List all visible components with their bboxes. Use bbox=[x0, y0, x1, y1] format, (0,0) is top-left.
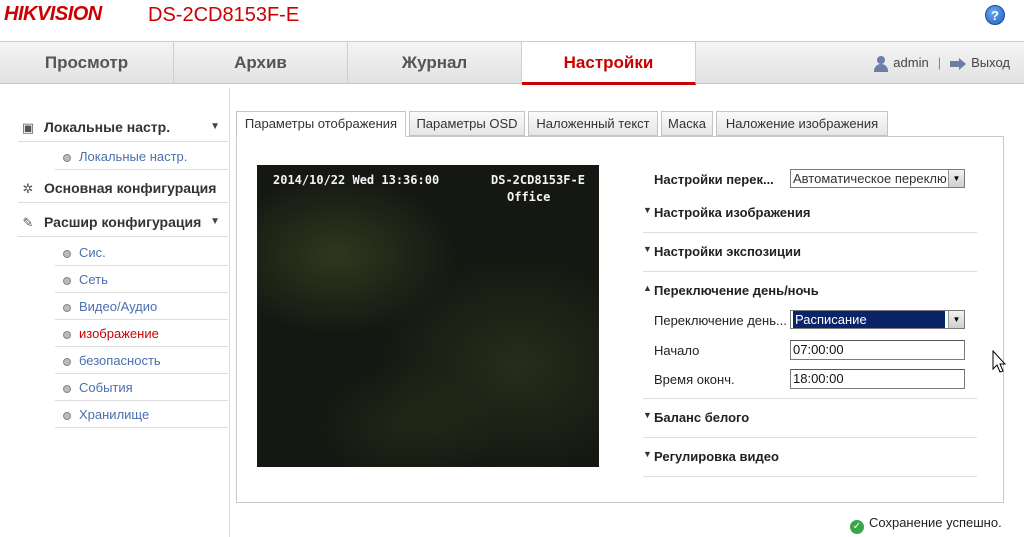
sidebar-item-events[interactable]: События bbox=[55, 374, 228, 401]
sidebar-group-label: Расшир конфигурация bbox=[44, 214, 202, 230]
sidebar-item-storage[interactable]: Хранилище bbox=[55, 401, 228, 428]
device-model: DS-2CD8153F-E bbox=[148, 4, 300, 26]
section-exposure[interactable]: ▼ Настройки экспозиции bbox=[643, 233, 977, 272]
switch-setting-select[interactable]: Автоматическое переклю ▼ bbox=[790, 169, 965, 188]
chevron-down-icon: ▼ bbox=[643, 449, 652, 459]
bullet-icon bbox=[63, 384, 71, 393]
check-circle-icon: ✓ bbox=[850, 520, 864, 534]
sidebar-group-basic[interactable]: ✲ Основная конфигурация bbox=[18, 173, 228, 203]
section-white-balance[interactable]: ▼ Баланс белого bbox=[643, 399, 977, 438]
tab-archive[interactable]: Архив bbox=[174, 42, 348, 84]
section-title: Настройка изображения bbox=[654, 205, 811, 220]
bullet-icon bbox=[63, 153, 71, 162]
wrench-icon: ✎ bbox=[22, 215, 34, 230]
username: admin bbox=[893, 55, 929, 70]
logout-icon[interactable] bbox=[950, 57, 967, 70]
subtab-overlay-text[interactable]: Наложенный текст bbox=[528, 111, 658, 136]
bullet-icon bbox=[63, 303, 71, 312]
daynight-mode-select[interactable]: Расписание ▼ bbox=[790, 310, 965, 329]
tab-log[interactable]: Журнал bbox=[348, 42, 522, 84]
monitor-icon: ▣ bbox=[21, 120, 35, 135]
sidebar-item-video-audio[interactable]: Видео/Аудио bbox=[55, 293, 228, 320]
subtab-osd-params[interactable]: Параметры OSD bbox=[409, 111, 525, 136]
chevron-down-icon: ▼ bbox=[210, 216, 220, 227]
bullet-icon bbox=[63, 249, 71, 258]
subtab-image-overlay[interactable]: Наложение изображения bbox=[716, 111, 888, 136]
chevron-down-icon: ▼ bbox=[643, 205, 652, 215]
bullet-icon bbox=[63, 411, 71, 420]
sidebar-item-local-settings[interactable]: Локальные настр. bbox=[55, 143, 228, 170]
chevron-down-icon: ▼ bbox=[210, 121, 220, 132]
section-title: Переключение день/ночь bbox=[654, 283, 819, 298]
sidebar-item-image[interactable]: изображение bbox=[55, 320, 228, 347]
sidebar-item-label: Хранилище bbox=[79, 407, 150, 422]
user-icon bbox=[874, 55, 889, 72]
sidebar-item-security[interactable]: безопасность bbox=[55, 347, 228, 374]
section-title: Настройки экспозиции bbox=[654, 244, 801, 259]
header: HIKVISION DS-2CD8153F-E ? bbox=[0, 0, 1024, 40]
sidebar-item-system[interactable]: Сис. bbox=[55, 239, 228, 266]
sidebar-item-label: Локальные настр. bbox=[79, 149, 188, 164]
section-title: Баланс белого bbox=[654, 410, 750, 425]
section-video-adjust[interactable]: ▼ Регулировка видео bbox=[643, 438, 977, 477]
chevron-down-icon: ▼ bbox=[643, 410, 652, 420]
tab-settings[interactable]: Настройки bbox=[522, 42, 696, 85]
sidebar-item-label: безопасность bbox=[79, 353, 161, 368]
video-preview: 2014/10/22 Wed 13:36:00 DS-2CD8153F-E Of… bbox=[257, 165, 599, 467]
section-title: Регулировка видео bbox=[654, 449, 779, 464]
daynight-mode-label: Переключение день... bbox=[654, 313, 787, 328]
question-icon[interactable]: ? bbox=[985, 5, 1005, 25]
bullet-icon bbox=[63, 330, 71, 339]
select-value: Расписание bbox=[793, 311, 945, 328]
osd-camera-name: DS-2CD8153F-E bbox=[491, 173, 585, 187]
osd-datetime: 2014/10/22 Wed 13:36:00 bbox=[273, 173, 440, 187]
sidebar-item-label: Сеть bbox=[79, 272, 108, 287]
subtab-display-params[interactable]: Параметры отображения bbox=[236, 111, 406, 137]
bullet-icon bbox=[63, 357, 71, 366]
chevron-down-icon: ▼ bbox=[643, 244, 652, 254]
sidebar-item-network[interactable]: Сеть bbox=[55, 266, 228, 293]
separator: | bbox=[937, 55, 942, 70]
logo-vision: VISION bbox=[36, 3, 102, 25]
sidebar-divider bbox=[229, 88, 230, 537]
sidebar-group-local[interactable]: ▣ Локальные настр. ▼ bbox=[18, 112, 228, 142]
bullet-icon bbox=[63, 276, 71, 285]
status-message: Сохранение успешно. bbox=[869, 515, 1002, 530]
sidebar-item-label: Видео/Аудио bbox=[79, 299, 158, 314]
select-value: Автоматическое переклю bbox=[793, 171, 947, 186]
sidebar-item-label: События bbox=[79, 380, 133, 395]
end-time-label: Время оконч. bbox=[654, 372, 735, 387]
switch-setting-label: Настройки перек... bbox=[654, 172, 774, 187]
sidebar-item-label: Сис. bbox=[79, 245, 106, 260]
start-time-input[interactable]: 07:00:00 bbox=[790, 340, 965, 360]
save-status: ✓ Сохранение успешно. bbox=[850, 515, 1002, 534]
logout-link[interactable]: Выход bbox=[971, 55, 1010, 70]
tab-preview[interactable]: Просмотр bbox=[0, 42, 174, 84]
start-time-label: Начало bbox=[654, 343, 700, 358]
sidebar-group-label: Локальные настр. bbox=[44, 119, 171, 135]
end-time-input[interactable]: 18:00:00 bbox=[790, 369, 965, 389]
main-nav: Просмотр Архив Журнал Настройки admin | Вы… bbox=[0, 41, 1024, 85]
user-area: admin | Выход bbox=[874, 42, 1010, 84]
sidebar-group-advanced[interactable]: ✎ Расшир конфигурация ▼ bbox=[18, 207, 228, 237]
subtab-mask[interactable]: Маска bbox=[661, 111, 713, 136]
logo-hik: HIK bbox=[4, 3, 37, 25]
gear-icon: ✲ bbox=[22, 181, 34, 196]
section-image-settings[interactable]: ▼ Настройка изображения bbox=[643, 194, 977, 233]
chevron-down-icon[interactable]: ▼ bbox=[948, 170, 964, 187]
osd-location: Office bbox=[507, 190, 551, 204]
chevron-up-icon: ▲ bbox=[643, 283, 652, 293]
sidebar-item-label: изображение bbox=[79, 326, 159, 341]
chevron-down-icon[interactable]: ▼ bbox=[948, 311, 964, 328]
hikvision-logo: HIKVISION bbox=[4, 3, 102, 26]
sidebar-group-label: Основная конфигурация bbox=[44, 180, 217, 196]
